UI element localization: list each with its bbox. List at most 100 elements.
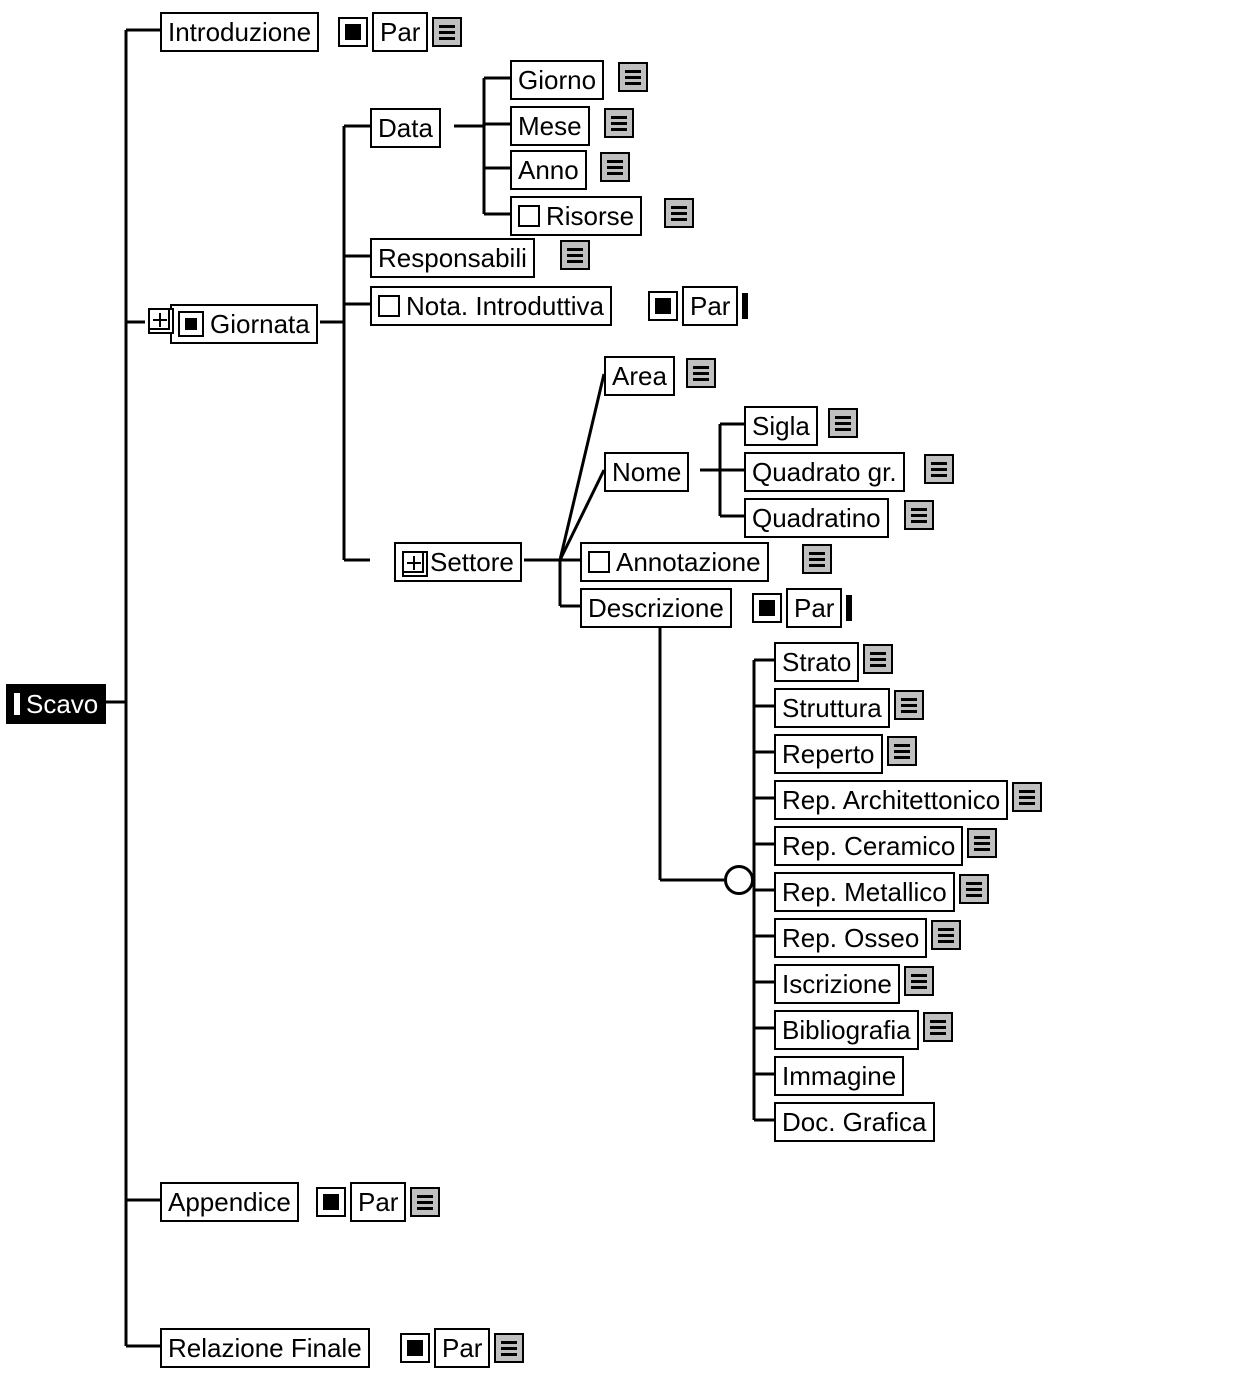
node-relazione-finale-label: Relazione Finale	[168, 1335, 362, 1361]
root-marker-icon	[14, 693, 20, 715]
node-descrizione-label: Descrizione	[588, 595, 724, 621]
list-icon	[959, 874, 989, 904]
required-icon	[400, 1333, 430, 1363]
node-strato-label: Strato	[782, 649, 851, 675]
list-icon	[931, 920, 961, 950]
list-icon	[410, 1187, 440, 1217]
node-immagine[interactable]: Immagine	[774, 1056, 904, 1096]
node-sigla-label: Sigla	[752, 413, 810, 439]
bar-icon	[742, 293, 748, 319]
node-anno[interactable]: Anno	[510, 150, 587, 190]
node-descrizione[interactable]: Descrizione	[580, 588, 732, 628]
list-icon	[1012, 782, 1042, 812]
node-immagine-label: Immagine	[782, 1063, 896, 1089]
node-strato[interactable]: Strato	[774, 642, 859, 682]
node-bibliografia[interactable]: Bibliografia	[774, 1010, 919, 1050]
par-box[interactable]: Par	[372, 12, 428, 52]
optional-icon	[378, 295, 400, 317]
repeat-icon	[402, 551, 424, 573]
node-nota-introduttiva-label: Nota. Introduttiva	[406, 293, 604, 319]
node-annotazione-label: Annotazione	[616, 549, 761, 575]
par-box[interactable]: Par	[350, 1182, 406, 1222]
node-iscrizione-label: Iscrizione	[782, 971, 892, 997]
list-icon	[923, 1012, 953, 1042]
node-responsabili-label: Responsabili	[378, 245, 527, 271]
node-rep-architettonico[interactable]: Rep. Architettonico	[774, 780, 1008, 820]
list-icon	[664, 198, 694, 228]
node-scavo[interactable]: Scavo	[6, 684, 106, 724]
list-icon	[894, 690, 924, 720]
node-mese-label: Mese	[518, 113, 582, 139]
node-risorse-label: Risorse	[546, 203, 634, 229]
node-anno-label: Anno	[518, 157, 579, 183]
par-label: Par	[794, 595, 834, 621]
node-doc-grafica[interactable]: Doc. Grafica	[774, 1102, 935, 1142]
list-icon	[904, 966, 934, 996]
node-appendice[interactable]: Appendice	[160, 1182, 299, 1222]
par-relazione-finale: Par	[400, 1328, 524, 1368]
par-label: Par	[690, 293, 730, 319]
node-risorse[interactable]: Risorse	[510, 196, 642, 236]
par-box[interactable]: Par	[786, 588, 842, 628]
required-icon	[648, 291, 678, 321]
node-giornata[interactable]: Giornata	[170, 304, 318, 344]
node-giorno[interactable]: Giorno	[510, 60, 604, 100]
node-data-label: Data	[378, 115, 433, 141]
list-icon	[887, 736, 917, 766]
node-iscrizione[interactable]: Iscrizione	[774, 964, 900, 1004]
required-icon	[338, 17, 368, 47]
node-area[interactable]: Area	[604, 356, 675, 396]
node-introduzione[interactable]: Introduzione	[160, 12, 319, 52]
par-nota-introduttiva: Par	[648, 286, 748, 326]
par-box[interactable]: Par	[682, 286, 738, 326]
node-settore[interactable]: Settore	[394, 542, 522, 582]
node-struttura[interactable]: Struttura	[774, 688, 890, 728]
node-rep-ceramico[interactable]: Rep. Ceramico	[774, 826, 963, 866]
node-scavo-label: Scavo	[26, 691, 98, 717]
list-icon	[904, 500, 934, 530]
list-icon	[432, 17, 462, 47]
list-icon	[967, 828, 997, 858]
par-label: Par	[442, 1335, 482, 1361]
optional-icon	[588, 551, 610, 573]
list-icon	[604, 108, 634, 138]
list-icon	[560, 240, 590, 270]
list-icon	[686, 358, 716, 388]
list-icon	[828, 408, 858, 438]
node-relazione-finale[interactable]: Relazione Finale	[160, 1328, 370, 1368]
par-label: Par	[358, 1189, 398, 1215]
list-icon	[618, 62, 648, 92]
node-quadratino-label: Quadratino	[752, 505, 881, 531]
node-rep-metallico[interactable]: Rep. Metallico	[774, 872, 955, 912]
node-giorno-label: Giorno	[518, 67, 596, 93]
node-reperto[interactable]: Reperto	[774, 734, 883, 774]
node-introduzione-label: Introduzione	[168, 19, 311, 45]
node-giornata-label: Giornata	[210, 311, 310, 337]
node-rep-metallico-label: Rep. Metallico	[782, 879, 947, 905]
par-introduzione: Par	[338, 12, 462, 52]
node-reperto-label: Reperto	[782, 741, 875, 767]
par-descrizione: Par	[752, 588, 852, 628]
optional-icon	[518, 205, 540, 227]
required-icon	[316, 1187, 346, 1217]
node-rep-osseo-label: Rep. Osseo	[782, 925, 919, 951]
node-quadrato-gr[interactable]: Quadrato gr.	[744, 452, 905, 492]
node-data[interactable]: Data	[370, 108, 441, 148]
node-bibliografia-label: Bibliografia	[782, 1017, 911, 1043]
node-nome[interactable]: Nome	[604, 452, 689, 492]
repeat-icon	[148, 308, 170, 330]
required-icon	[178, 311, 204, 337]
node-nome-label: Nome	[612, 459, 681, 485]
par-box[interactable]: Par	[434, 1328, 490, 1368]
required-icon	[752, 593, 782, 623]
node-doc-grafica-label: Doc. Grafica	[782, 1109, 927, 1135]
node-nota-introduttiva[interactable]: Nota. Introduttiva	[370, 286, 612, 326]
node-mese[interactable]: Mese	[510, 106, 590, 146]
node-annotazione[interactable]: Annotazione	[580, 542, 769, 582]
node-responsabili[interactable]: Responsabili	[370, 238, 535, 278]
node-rep-osseo[interactable]: Rep. Osseo	[774, 918, 927, 958]
list-icon	[494, 1333, 524, 1363]
node-sigla[interactable]: Sigla	[744, 406, 818, 446]
list-icon	[600, 152, 630, 182]
node-quadratino[interactable]: Quadratino	[744, 498, 889, 538]
